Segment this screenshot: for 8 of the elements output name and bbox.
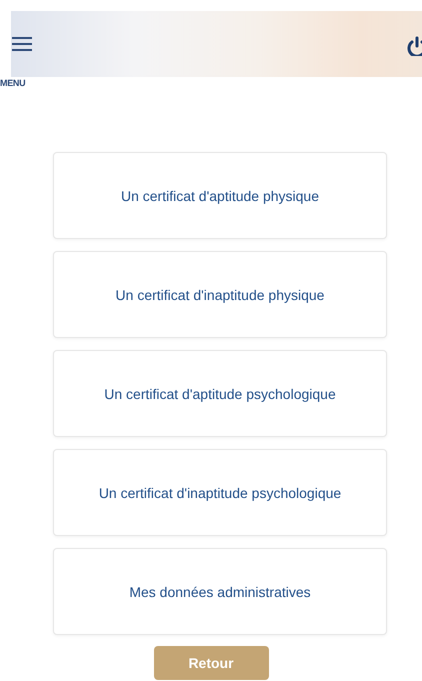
option-card[interactable]: Un certificat d'aptitude physique bbox=[53, 152, 387, 239]
option-card[interactable]: Un certificat d'inaptitude physique bbox=[53, 251, 387, 338]
menu-label: MENU bbox=[0, 78, 26, 88]
option-card[interactable]: Un certificat d'aptitude psychologique bbox=[53, 350, 387, 437]
power-icon[interactable] bbox=[406, 36, 422, 56]
option-card[interactable]: Mes données administratives bbox=[53, 548, 387, 635]
option-card[interactable]: Un certificat d'inaptitude psychologique bbox=[53, 449, 387, 536]
menu-icon[interactable] bbox=[12, 37, 32, 51]
